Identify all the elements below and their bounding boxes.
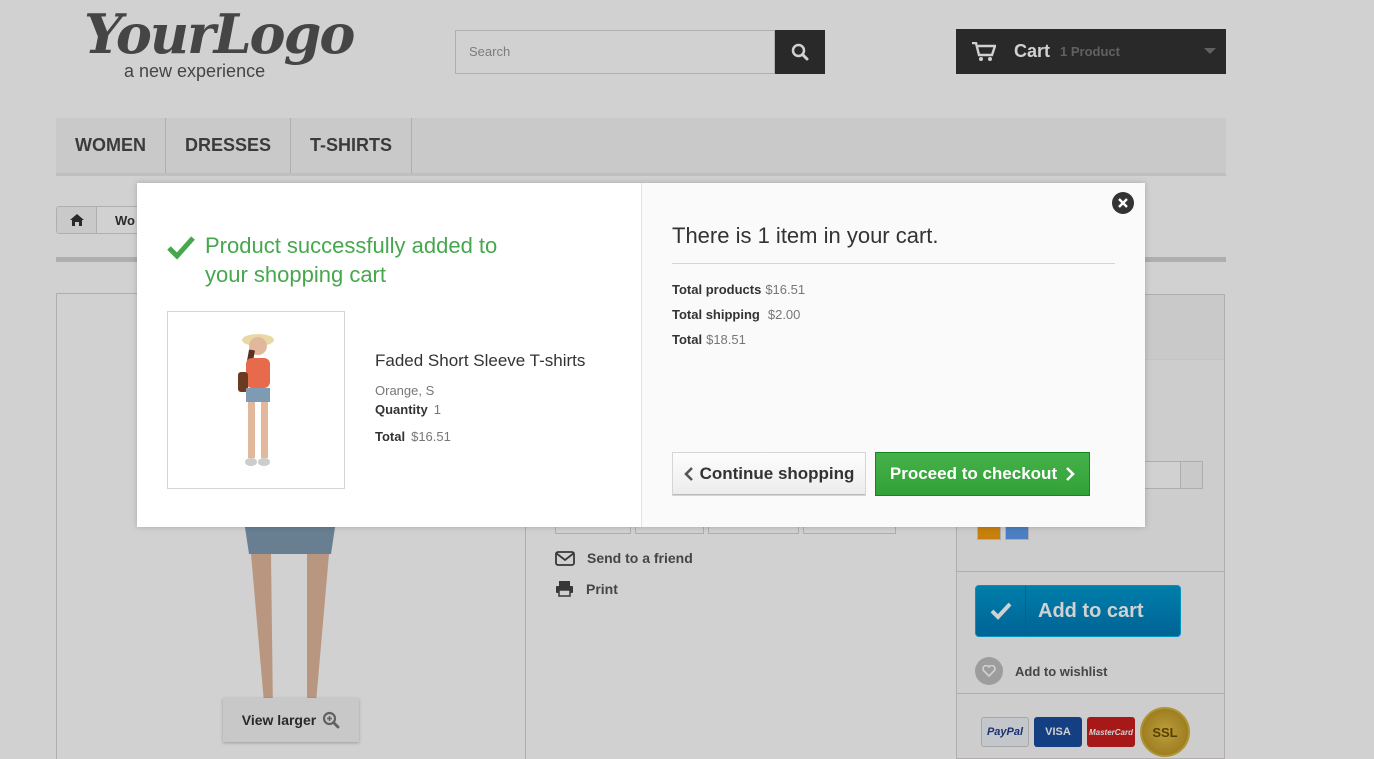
grand-total-value: $18.51	[706, 332, 746, 347]
checkmark-icon	[167, 236, 195, 260]
chevron-left-icon	[683, 467, 693, 481]
total-shipping-value: $2.00	[767, 307, 801, 322]
success-title: Product successfully added to your shopp…	[205, 233, 498, 287]
product-thumbnail	[167, 311, 345, 489]
continue-shopping-button[interactable]: Continue shopping	[672, 452, 866, 496]
product-total: Total $16.51	[375, 429, 585, 444]
chevron-right-icon	[1066, 467, 1075, 481]
product-name: Faded Short Sleeve T-shirts	[375, 351, 586, 370]
product-model-photo	[238, 334, 274, 466]
success-message: Product successfully added to your shopp…	[167, 231, 525, 289]
modal-cart-panel: There is 1 item in your cart. Total prod…	[642, 183, 1145, 527]
total-products-row: Total products $16.51	[672, 282, 805, 297]
product-quantity: Quantity 1	[375, 402, 585, 417]
cart-totals: Total products $16.51 Total shipping $2.00…	[672, 282, 805, 357]
grand-total-row: Total $18.51	[672, 332, 805, 347]
product-attributes: Orange, S	[375, 383, 435, 398]
cart-summary-heading: There is 1 item in your cart.	[672, 223, 1115, 264]
product-total-value: $16.51	[411, 429, 451, 444]
product-details: Faded Short Sleeve T-shirts Orange, S Qu…	[375, 351, 585, 456]
quantity-label: Quantity	[375, 402, 428, 417]
grand-total-label: Total	[672, 332, 703, 347]
close-icon	[1118, 198, 1128, 208]
add-to-cart-modal: Product successfully added to your shopp…	[137, 183, 1145, 527]
proceed-to-checkout-label: Proceed to checkout	[889, 464, 1058, 483]
modal-product-panel: Product successfully added to your shopp…	[137, 183, 642, 527]
total-products-label: Total products	[672, 282, 762, 297]
quantity-value: 1	[433, 402, 441, 417]
total-shipping-label: Total shipping	[672, 307, 760, 322]
total-products-value: $16.51	[765, 282, 806, 297]
continue-shopping-label: Continue shopping	[699, 464, 855, 483]
close-button[interactable]	[1112, 192, 1134, 214]
proceed-to-checkout-button[interactable]: Proceed to checkout	[875, 452, 1090, 496]
product-total-label: Total	[375, 429, 406, 444]
total-shipping-row: Total shipping $2.00	[672, 307, 805, 322]
